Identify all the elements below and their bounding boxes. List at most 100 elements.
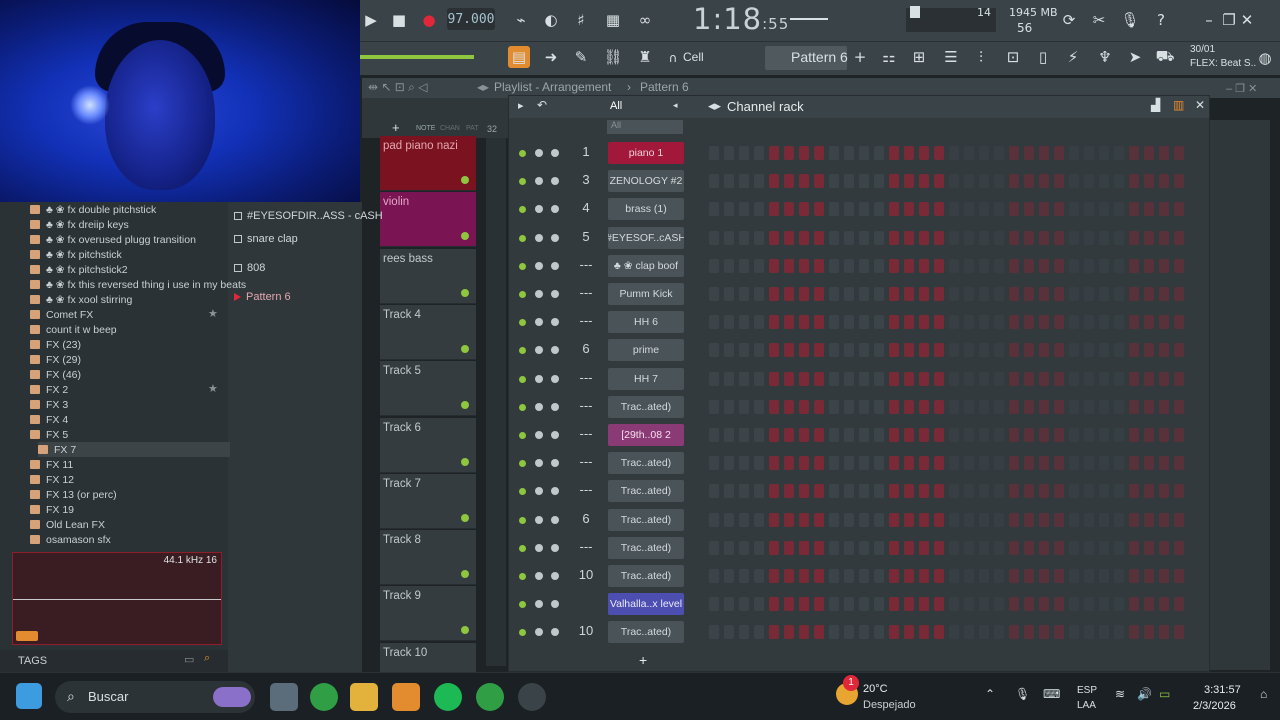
step-button[interactable] [889, 399, 899, 414]
channel-name-button[interactable]: ♣ ❀ clap boof [608, 254, 684, 277]
step-button[interactable] [1129, 230, 1139, 245]
step-button[interactable] [739, 625, 749, 640]
keyboard-icon[interactable]: ⌨ [1043, 687, 1060, 701]
browser-item[interactable]: FX 19 [30, 502, 74, 517]
channel-volume-knob[interactable] [551, 318, 559, 327]
channel-volume-knob[interactable] [551, 290, 559, 298]
step-button[interactable] [934, 540, 944, 555]
tune-icon[interactable]: ♆ [1094, 46, 1116, 68]
browser-icon[interactable]: ☰ [940, 46, 962, 68]
step-button[interactable] [1144, 258, 1154, 273]
step-button[interactable] [739, 456, 749, 471]
step-button[interactable] [1114, 625, 1124, 640]
browser-item[interactable]: ♣ ❀ fx this reversed thing i use in my b… [30, 277, 246, 292]
track-enable-led[interactable] [461, 401, 469, 410]
step-button[interactable] [934, 512, 944, 527]
step-button[interactable] [829, 540, 839, 555]
tab-chan[interactable]: CHAN [440, 125, 460, 132]
channel-mixer-track[interactable]: 4 [573, 200, 599, 215]
step-button[interactable] [844, 625, 854, 640]
step-button[interactable] [994, 174, 1004, 189]
clock-time[interactable]: 3:31:57 [1204, 684, 1241, 696]
step-button[interactable] [784, 625, 794, 640]
step-button[interactable] [1159, 484, 1169, 499]
step-button[interactable] [844, 540, 854, 555]
step-button[interactable] [919, 399, 929, 414]
channel-name-button[interactable]: ZENOLOGY #2 [608, 170, 684, 193]
step-button[interactable] [814, 540, 824, 555]
step-button[interactable] [964, 512, 974, 527]
step-button[interactable] [739, 399, 749, 414]
channel-pan-knob[interactable] [535, 402, 543, 411]
step-button[interactable] [964, 174, 974, 189]
step-button[interactable] [934, 456, 944, 471]
step-button[interactable] [889, 258, 899, 273]
step-button[interactable] [1069, 258, 1079, 273]
step-button[interactable] [904, 456, 914, 471]
step-button[interactable] [874, 371, 884, 386]
link-icon[interactable]: ⛓ [602, 46, 624, 68]
playlist-window-controls[interactable]: – ❐ ✕ [1226, 82, 1257, 95]
step-button[interactable] [1084, 371, 1094, 386]
channel-mixer-track[interactable]: 6 [573, 341, 599, 356]
step-button[interactable] [814, 258, 824, 273]
minimize-icon[interactable]: – [1198, 9, 1220, 31]
step-button[interactable] [904, 512, 914, 527]
step-button[interactable] [994, 625, 1004, 640]
step-button[interactable] [739, 146, 749, 160]
step-button[interactable] [844, 230, 854, 245]
step-button[interactable] [769, 428, 779, 442]
step-button[interactable] [1069, 399, 1079, 414]
step-button[interactable] [829, 456, 839, 471]
step-button[interactable] [799, 597, 809, 612]
step-button[interactable] [829, 625, 839, 640]
step-button[interactable] [979, 287, 989, 301]
step-button[interactable] [919, 428, 929, 442]
channel-volume-knob[interactable] [551, 487, 559, 496]
channel-volume-knob[interactable] [551, 374, 559, 383]
step-button[interactable] [949, 174, 959, 189]
channel-volume-knob[interactable] [551, 515, 559, 524]
channel-volume-knob[interactable] [551, 431, 559, 439]
step-button[interactable] [769, 315, 779, 330]
channel-mixer-track[interactable]: --- [573, 257, 599, 272]
step-button[interactable] [934, 399, 944, 414]
channel-name-button[interactable]: [29th..08 2 [608, 424, 684, 446]
step-button[interactable] [739, 428, 749, 442]
step-button[interactable] [829, 484, 839, 499]
step-button[interactable] [1054, 315, 1064, 330]
step-button[interactable] [1039, 146, 1049, 160]
track-enable-led[interactable] [461, 457, 469, 466]
step-button[interactable] [1099, 484, 1109, 499]
step-button[interactable] [1054, 343, 1064, 358]
step-button[interactable] [889, 512, 899, 527]
tempo-display[interactable]: 97.000 [447, 8, 495, 30]
step-button[interactable] [739, 569, 749, 583]
step-button[interactable] [859, 230, 869, 245]
step-button[interactable] [1144, 146, 1154, 160]
step-button[interactable] [949, 315, 959, 330]
step-button[interactable] [769, 597, 779, 612]
step-button[interactable] [739, 315, 749, 330]
step-button[interactable] [814, 202, 824, 217]
channel-volume-knob[interactable] [551, 346, 559, 355]
playlist-track[interactable]: violin [380, 192, 476, 248]
playlist-track[interactable]: rees bass [380, 248, 476, 304]
step-button[interactable] [1054, 287, 1064, 301]
channel-name-button[interactable]: HH 7 [608, 367, 684, 390]
step-button[interactable] [784, 428, 794, 442]
step-button[interactable] [1009, 399, 1019, 414]
channel-mixer-track[interactable]: 10 [573, 567, 599, 582]
step-button[interactable] [1114, 315, 1124, 330]
step-button[interactable] [769, 146, 779, 160]
step-button[interactable] [1114, 399, 1124, 414]
step-button[interactable] [934, 428, 944, 442]
step-button[interactable] [1009, 371, 1019, 386]
add-channel-button[interactable]: + [639, 652, 647, 668]
metronome-icon[interactable]: ⌁ [510, 9, 532, 31]
channel-mute-led[interactable] [519, 291, 526, 298]
step-button[interactable] [919, 484, 929, 499]
step-button[interactable] [874, 625, 884, 640]
channel-pan-knob[interactable] [535, 233, 543, 242]
track-enable-led[interactable] [461, 232, 469, 241]
